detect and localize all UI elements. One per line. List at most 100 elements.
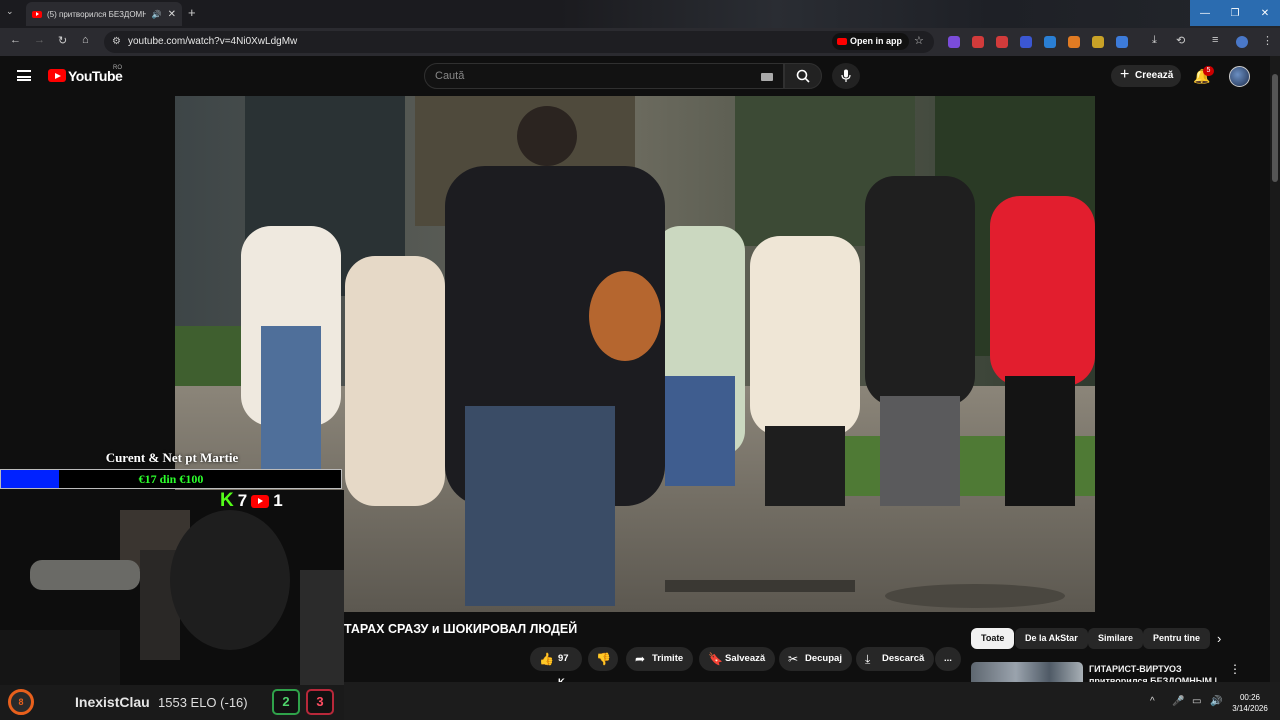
profile-icon[interactable]	[1236, 36, 1248, 48]
goal-progress-bar: €17 din €100	[0, 469, 342, 489]
reload-icon[interactable]: ↻	[58, 34, 67, 47]
extension-7-icon[interactable]	[1092, 36, 1104, 48]
search-button[interactable]	[784, 63, 822, 89]
keyboard-icon[interactable]	[761, 73, 773, 81]
search-input[interactable]: Caută	[424, 63, 784, 89]
youtube-viewer-count: 1	[273, 491, 283, 510]
bookmark-icon: 🔖	[708, 652, 723, 666]
chip-from-akstar[interactable]: De la AkStar	[1015, 628, 1088, 649]
kick-logo-icon: K	[220, 490, 234, 511]
clock-date: 3/14/2026	[1232, 704, 1268, 713]
share-button[interactable]: ➦ Trimite	[626, 647, 694, 671]
scrollbar-thumb[interactable]	[1272, 74, 1278, 182]
tab-title: (5) притворился БЕЗДОМН	[47, 9, 146, 19]
windows-taskbar: ^ 🎤 ▭ 🔊	[344, 682, 1280, 720]
extension-3-icon[interactable]	[996, 36, 1008, 48]
clip-button[interactable]: ✂ Decupaj	[779, 647, 852, 671]
chip-related[interactable]: Similare	[1088, 628, 1144, 649]
more-actions-button[interactable]: ...	[935, 647, 961, 671]
notification-badge: 5	[1203, 66, 1214, 76]
home-icon[interactable]: ⌂	[82, 34, 89, 46]
search-icon	[796, 69, 810, 83]
like-button[interactable]: 👍 97 K	[530, 647, 582, 688]
tab-bar-background	[560, 0, 1280, 28]
video-title: ТАРАХ СРАЗУ и ШОКИРОВАЛ ЛЮДЕЙ	[344, 622, 578, 636]
chevron-right-icon[interactable]: ›	[1217, 631, 1221, 646]
save-label: Salvează	[725, 653, 766, 664]
thumbs-up-icon: 👍	[539, 652, 554, 666]
download-label: Descarcă	[882, 653, 925, 664]
chip-for-you[interactable]: Pentru tine	[1143, 628, 1211, 649]
dislike-button[interactable]: 👎	[588, 647, 618, 671]
bookmark-star-icon[interactable]: ☆	[914, 34, 924, 47]
avatar[interactable]	[1229, 66, 1250, 87]
page-scrollbar[interactable]	[1270, 56, 1280, 682]
reading-list-icon[interactable]: ≡	[1212, 34, 1218, 46]
thumbs-down-icon: 👎	[596, 652, 611, 666]
create-button[interactable]: Creează	[1111, 64, 1181, 87]
extension-1-icon[interactable]	[948, 36, 960, 48]
system-clock[interactable]: 00:26 3/14/2026	[1228, 692, 1272, 714]
extension-4-icon[interactable]	[1020, 36, 1032, 48]
downloads-icon[interactable]: ⤓	[1152, 34, 1157, 47]
elo-rating: 1553 ELO (-16)	[158, 695, 248, 710]
platform-viewer-counts: K 7 1	[220, 490, 283, 511]
forward-icon[interactable]: →	[34, 34, 45, 46]
browser-toolbar: ← → ↻ ⌂ ⚙ youtube.com/watch?v=4Ni0XwLdgM…	[0, 28, 1280, 56]
restore-button[interactable]: ❐	[1220, 0, 1250, 26]
extension-5-icon[interactable]	[1044, 36, 1056, 48]
player-username: InexistClau	[75, 694, 150, 710]
extension-2-icon[interactable]	[972, 36, 984, 48]
speaker-icon[interactable]: 🔊	[152, 10, 162, 19]
wins-count: 2	[272, 689, 300, 715]
new-tab-button[interactable]: +	[188, 5, 196, 20]
recommendation-menu-icon[interactable]: ⋮	[1229, 662, 1241, 676]
voice-search-button[interactable]	[832, 63, 860, 89]
browser-menu-icon[interactable]: ⋮	[1262, 34, 1273, 47]
extensions-puzzle-icon[interactable]	[1116, 36, 1128, 48]
share-arrow-icon: ➦	[635, 652, 646, 666]
address-bar[interactable]: ⚙ youtube.com/watch?v=4Ni0XwLdgMw	[104, 31, 934, 53]
kick-viewer-count: 7	[237, 491, 248, 510]
close-window-button[interactable]: ✕	[1250, 0, 1280, 26]
close-tab-icon[interactable]: ✕	[168, 9, 176, 20]
webcam-feed	[0, 490, 344, 685]
search-placeholder: Caută	[435, 70, 465, 82]
stream-overlay: Curent & Net pt Martie €17 din €100 K 7 …	[0, 448, 344, 720]
microphone-tray-icon[interactable]: 🎤	[1172, 696, 1184, 707]
volume-tray-icon[interactable]: 🔊	[1210, 696, 1222, 707]
elo-widget: 8 InexistClau 1553 ELO (-16) 2 3	[0, 685, 344, 720]
youtube-header: YouTube RO Caută Creează 🔔 5	[0, 56, 1270, 96]
youtube-favicon-icon	[32, 10, 42, 18]
faceit-level-icon: 8	[8, 689, 34, 715]
browser-tab-active[interactable]: (5) притворился БЕЗДОМН 🔊 ✕	[26, 2, 182, 26]
share-label: Trimite	[652, 653, 684, 664]
youtube-logo-icon[interactable]	[48, 69, 66, 82]
download-icon: ⤓	[865, 652, 871, 666]
minimize-button[interactable]: —	[1190, 0, 1220, 26]
tray-overflow-icon[interactable]: ^	[1150, 696, 1155, 707]
webcam-image	[0, 490, 344, 685]
microphone-icon	[841, 69, 851, 82]
back-icon[interactable]: ←	[10, 34, 21, 46]
goal-title: Curent & Net pt Martie	[105, 450, 239, 465]
goal-amount: €17 din €100	[138, 472, 204, 486]
browser-tab-bar: ⌄ (5) притворился БЕЗДОМН 🔊 ✕ + — ❐ ✕	[0, 0, 1280, 28]
losses-count: 3	[306, 689, 334, 715]
site-info-icon[interactable]: ⚙	[112, 36, 121, 47]
save-button[interactable]: 🔖 Salvează	[699, 647, 776, 671]
clip-label: Decupaj	[805, 653, 842, 664]
extension-6-icon[interactable]	[1068, 36, 1080, 48]
url-text: youtube.com/watch?v=4Ni0XwLdgMw	[128, 36, 298, 47]
chip-all[interactable]: Toate	[971, 628, 1015, 649]
clock-time: 00:26	[1239, 693, 1261, 702]
open-in-app-button[interactable]: Open in app	[832, 33, 910, 50]
menu-hamburger-icon[interactable]	[17, 70, 31, 81]
country-code: RO	[113, 65, 122, 71]
history-icon[interactable]: ⟲	[1176, 34, 1185, 47]
display-tray-icon[interactable]: ▭	[1192, 696, 1201, 707]
download-button[interactable]: ⤓ Descarcă	[856, 647, 935, 671]
youtube-logo-icon	[251, 494, 270, 508]
tab-search-icon[interactable]: ⌄	[6, 6, 14, 17]
scissors-icon: ✂	[788, 652, 799, 666]
